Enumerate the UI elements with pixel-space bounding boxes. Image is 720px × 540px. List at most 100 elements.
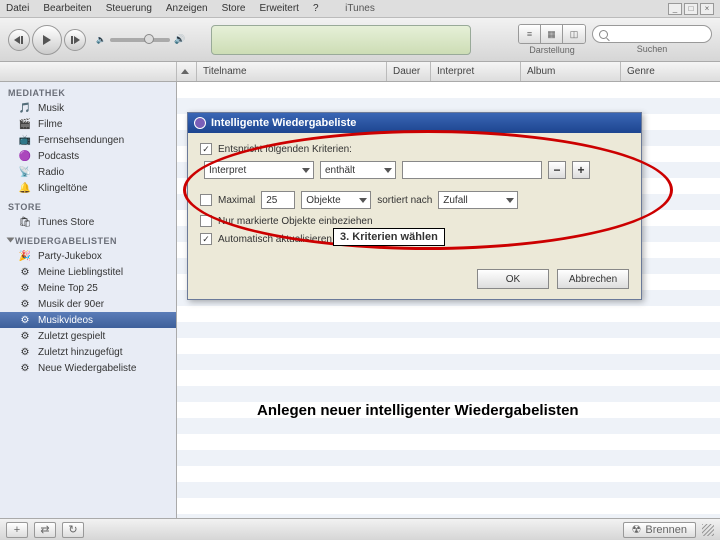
playlist-icon: 🟣 [18, 150, 32, 162]
playlist-icon: 🛍 [18, 216, 32, 228]
play-button[interactable] [32, 25, 62, 55]
volume-high-icon: 🔊 [174, 34, 185, 45]
rule-field-dropdown[interactable]: Interpret [204, 161, 314, 179]
volume-slider[interactable]: 🔈 🔊 [96, 34, 185, 45]
prev-button[interactable] [8, 29, 30, 51]
playlist-icon: 🎬 [18, 118, 32, 130]
view-coverflow-icon[interactable]: ◫ [563, 25, 585, 43]
playlist-icon: 🔔 [18, 182, 32, 194]
limit-unit-dropdown[interactable]: Objekte [301, 191, 371, 209]
menu-erweitert[interactable]: Erweitert [260, 3, 299, 14]
sidebar-item-label: Musikvideos [38, 315, 93, 326]
view-grid-icon[interactable]: ▦ [541, 25, 563, 43]
sidebar-item-label: Neue Wiedergabeliste [38, 363, 136, 374]
sidebar-playlist-item-5[interactable]: ⚙Zuletzt gespielt [0, 328, 176, 344]
menubar: Datei Bearbeiten Steuerung Anzeigen Stor… [0, 0, 720, 18]
checked-only-label: Nur markierte Objekte einbeziehen [218, 216, 373, 227]
rule-value-input[interactable] [402, 161, 542, 179]
menu-datei[interactable]: Datei [6, 3, 29, 14]
menu-bearbeiten[interactable]: Bearbeiten [43, 3, 91, 14]
sidebar-item-label: Musik der 90er [38, 299, 104, 310]
next-button[interactable] [64, 29, 86, 51]
sidebar-item-label: Podcasts [38, 151, 79, 162]
sidebar-library-item-4[interactable]: 📡 Radio [0, 164, 176, 180]
col-album[interactable]: Album [521, 62, 621, 81]
sidebar-store-item-0[interactable]: 🛍 iTunes Store [0, 214, 176, 230]
sidebar-playlist-item-7[interactable]: ⚙ Neue Wiedergabeliste [0, 360, 176, 376]
resize-handle[interactable] [702, 524, 714, 536]
match-checkbox[interactable]: ✓ [200, 143, 212, 155]
burn-button[interactable]: ☢Brennen [623, 522, 696, 538]
repeat-button[interactable]: ↻ [62, 522, 84, 538]
statusbar: + ⇄ ↻ ☢Brennen [0, 518, 720, 540]
maximize-button[interactable]: □ [684, 3, 698, 15]
view-switcher[interactable]: ≡ ▦ ◫ [518, 24, 586, 44]
volume-low-icon: 🔈 [96, 35, 106, 44]
sidebar-item-label: Radio [38, 167, 64, 178]
limit-sort-dropdown[interactable]: Zufall [438, 191, 518, 209]
sidebar-playlist-item-6[interactable]: ⚙Zuletzt hinzugefügt [0, 344, 176, 360]
col-genre[interactable]: Genre [621, 62, 720, 81]
column-headers: Titelname Dauer Interpret Album Genre [0, 62, 720, 82]
limit-value-input[interactable]: 25 [261, 191, 295, 209]
checked-only-checkbox[interactable] [200, 215, 212, 227]
sidebar-item-label: Filme [38, 119, 62, 130]
sidebar-playlist-item-1[interactable]: ⚙Meine Lieblingstitel [0, 264, 176, 280]
remove-rule-button[interactable]: − [548, 161, 566, 179]
minimize-button[interactable]: _ [668, 3, 682, 15]
dialog-title: Intelligente Wiedergabeliste [211, 117, 356, 129]
col-title[interactable]: Titelname [197, 62, 387, 81]
window-title: iTunes [345, 3, 375, 14]
playlist-icon: ⚙ [18, 282, 32, 294]
playlist-icon: ⚙ [18, 362, 32, 374]
close-button[interactable]: × [700, 3, 714, 15]
live-update-label: Automatisch aktualisieren [218, 234, 332, 245]
sidebar-item-label: Fernsehsendungen [38, 135, 124, 146]
add-rule-button[interactable]: + [572, 161, 590, 179]
main-content: Intelligente Wiedergabeliste ✓ Entsprich… [177, 82, 720, 522]
limit-checkbox[interactable] [200, 194, 212, 206]
sidebar-library-item-3[interactable]: 🟣 Podcasts [0, 148, 176, 164]
search-icon [599, 30, 608, 39]
cancel-button[interactable]: Abbrechen [557, 269, 629, 289]
add-playlist-button[interactable]: + [6, 522, 28, 538]
view-label: Darstellung [529, 45, 575, 55]
sidebar-header-library: MEDIATHEK [0, 82, 176, 100]
sidebar: MEDIATHEK 🎵Musik🎬Filme📺Fernsehsendungen🟣… [0, 82, 177, 522]
col-num[interactable] [177, 62, 197, 81]
smart-playlist-icon [194, 117, 206, 129]
live-update-checkbox[interactable]: ✓ [200, 233, 212, 245]
sidebar-library-item-1[interactable]: 🎬 Filme [0, 116, 176, 132]
sidebar-playlist-item-3[interactable]: ⚙ Musik der 90er [0, 296, 176, 312]
col-artist[interactable]: Interpret [431, 62, 521, 81]
rule-op-dropdown[interactable]: enthält [320, 161, 396, 179]
playlist-icon: ⚙ [18, 330, 32, 342]
menu-anzeigen[interactable]: Anzeigen [166, 3, 208, 14]
playlist-icon: ⚙ [18, 346, 32, 358]
sort-asc-icon [181, 69, 189, 74]
menu-help[interactable]: ? [313, 3, 319, 14]
sidebar-playlist-item-4[interactable]: ⚙Musikvideos [0, 312, 176, 328]
menu-steuerung[interactable]: Steuerung [106, 3, 152, 14]
sidebar-playlist-item-2[interactable]: ⚙Meine Top 25 [0, 280, 176, 296]
sidebar-playlist-item-0[interactable]: 🎉Party-Jukebox [0, 248, 176, 264]
view-list-icon[interactable]: ≡ [519, 25, 541, 43]
playlist-icon: 📡 [18, 166, 32, 178]
search-input[interactable] [592, 25, 712, 43]
menu-store[interactable]: Store [222, 3, 246, 14]
sidebar-library-item-0[interactable]: 🎵Musik [0, 100, 176, 116]
shuffle-button[interactable]: ⇄ [34, 522, 56, 538]
playlist-icon: 🎵 [18, 102, 32, 114]
sidebar-item-label: iTunes Store [38, 217, 94, 228]
sidebar-header-store: STORE [0, 196, 176, 214]
playlist-icon: ⚙ [18, 298, 32, 310]
sidebar-library-item-2[interactable]: 📺Fernsehsendungen [0, 132, 176, 148]
match-label: Entspricht folgenden Kriterien: [218, 144, 352, 155]
smart-playlist-dialog: Intelligente Wiedergabeliste ✓ Entsprich… [187, 112, 642, 300]
col-duration[interactable]: Dauer [387, 62, 431, 81]
dialog-titlebar[interactable]: Intelligente Wiedergabeliste [188, 113, 641, 133]
sidebar-library-item-5[interactable]: 🔔Klingeltöne [0, 180, 176, 196]
toolbar: 🔈 🔊 ≡ ▦ ◫ Darstellung Suchen [0, 18, 720, 62]
limit-label: Maximal [218, 195, 255, 206]
ok-button[interactable]: OK [477, 269, 549, 289]
